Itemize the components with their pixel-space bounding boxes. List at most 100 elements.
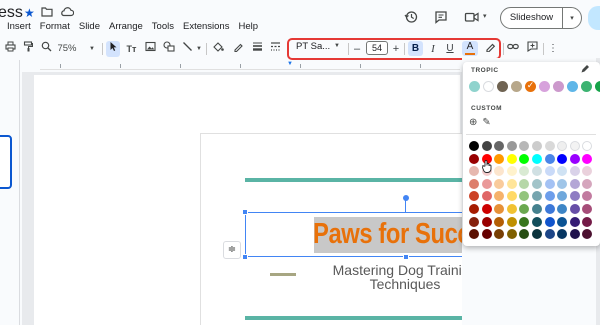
eyedropper-icon[interactable]: ✎	[482, 117, 490, 128]
add-comment-icon[interactable]	[526, 41, 538, 57]
line-caret-icon[interactable]: ▼	[195, 41, 203, 57]
theme-color-swatch[interactable]	[567, 81, 578, 92]
color-swatch[interactable]	[481, 191, 492, 202]
theme-color-swatch[interactable]	[581, 81, 592, 92]
color-swatch[interactable]	[506, 178, 517, 189]
color-swatch[interactable]	[506, 216, 517, 227]
color-swatch[interactable]	[469, 178, 479, 189]
color-swatch[interactable]	[569, 153, 580, 164]
theme-color-swatch[interactable]	[553, 81, 564, 92]
color-swatch[interactable]	[531, 191, 542, 202]
color-swatch[interactable]	[494, 178, 505, 189]
color-swatch[interactable]	[544, 166, 555, 177]
color-swatch[interactable]	[582, 191, 593, 202]
color-swatch[interactable]	[544, 216, 555, 227]
slideshow-button[interactable]: Slideshow ▾	[500, 7, 582, 29]
color-swatch[interactable]	[569, 178, 580, 189]
color-swatch[interactable]	[557, 229, 568, 240]
menu-help[interactable]: Help	[238, 21, 258, 32]
resize-handle-nw[interactable]	[242, 209, 248, 215]
color-swatch[interactable]	[481, 229, 492, 240]
color-swatch[interactable]	[469, 141, 479, 151]
color-swatch[interactable]	[519, 153, 530, 164]
color-swatch[interactable]	[557, 141, 568, 151]
menu-slide[interactable]: Slide	[79, 21, 100, 32]
color-swatch[interactable]	[506, 203, 517, 214]
color-swatch[interactable]	[506, 153, 517, 164]
color-swatch[interactable]	[544, 153, 555, 164]
theme-color-swatch[interactable]	[497, 81, 508, 92]
color-swatch[interactable]	[557, 191, 568, 202]
color-swatch[interactable]	[506, 229, 517, 240]
border-color-icon[interactable]	[232, 41, 244, 57]
document-title[interactable]: ess	[0, 4, 23, 22]
paint-format-icon[interactable]	[22, 41, 34, 57]
line-icon[interactable]	[181, 41, 193, 57]
color-swatch[interactable]	[469, 153, 479, 164]
color-swatch[interactable]	[569, 203, 580, 214]
theme-color-swatch[interactable]	[539, 81, 550, 92]
color-swatch[interactable]	[544, 141, 555, 151]
color-swatch[interactable]	[506, 141, 517, 151]
theme-color-swatch[interactable]	[483, 81, 494, 92]
font-caret-icon[interactable]: ▼	[334, 43, 340, 49]
fill-color-icon[interactable]	[211, 41, 224, 57]
italic-button[interactable]: I	[428, 41, 438, 57]
color-swatch[interactable]	[531, 178, 542, 189]
theme-color-swatch[interactable]: ✓	[525, 80, 536, 92]
slideshow-label[interactable]: Slideshow	[501, 8, 563, 28]
color-swatch[interactable]	[494, 166, 505, 177]
color-swatch[interactable]	[519, 191, 530, 202]
bold-button[interactable]: B	[408, 41, 423, 56]
color-swatch[interactable]	[494, 191, 505, 202]
underline-button[interactable]: U	[445, 41, 455, 57]
color-swatch[interactable]	[469, 216, 479, 227]
font-family-dropdown[interactable]: PT Sa...	[296, 41, 330, 52]
color-swatch[interactable]	[494, 141, 505, 151]
slideshow-options-caret[interactable]: ▾	[563, 14, 581, 22]
color-swatch[interactable]	[506, 191, 517, 202]
share-button[interactable]	[588, 6, 600, 30]
zoom-value[interactable]: 75%	[57, 41, 77, 57]
theme-color-swatch[interactable]	[595, 81, 600, 92]
chevron-down-icon[interactable]: ▾	[483, 12, 487, 20]
color-swatch[interactable]	[531, 203, 542, 214]
link-icon[interactable]	[507, 41, 519, 57]
comment-icon[interactable]	[434, 10, 448, 27]
shape-icon[interactable]	[163, 41, 175, 57]
rotation-handle[interactable]	[403, 195, 409, 201]
menu-tools[interactable]: Tools	[152, 21, 174, 32]
color-swatch[interactable]	[544, 229, 555, 240]
color-swatch[interactable]	[582, 203, 593, 214]
color-swatch[interactable]	[582, 178, 593, 189]
font-size-input[interactable]: 54	[366, 41, 388, 55]
slide-thumbnail-selected[interactable]	[0, 135, 12, 189]
menu-arrange[interactable]: Arrange	[109, 21, 143, 32]
resize-handle-s[interactable]	[403, 254, 409, 260]
menu-insert[interactable]: Insert	[7, 21, 31, 32]
color-swatch[interactable]	[569, 141, 580, 151]
color-swatch[interactable]	[494, 216, 505, 227]
color-swatch[interactable]	[557, 203, 568, 214]
color-swatch[interactable]	[557, 216, 568, 227]
decrease-font-size-button[interactable]: –	[352, 41, 362, 57]
color-swatch[interactable]	[494, 203, 505, 214]
color-swatch[interactable]	[519, 216, 530, 227]
color-swatch[interactable]	[582, 166, 593, 177]
resize-handle-sw[interactable]	[242, 254, 248, 260]
color-swatch[interactable]	[494, 229, 505, 240]
color-swatch[interactable]	[519, 166, 530, 177]
color-swatch[interactable]	[544, 203, 555, 214]
text-color-button[interactable]: A	[462, 41, 478, 56]
zoom-caret-icon[interactable]: ▼	[88, 41, 96, 57]
edit-theme-icon[interactable]	[580, 64, 590, 76]
color-swatch[interactable]	[544, 178, 555, 189]
text-box-icon[interactable]: Tт	[125, 41, 138, 57]
highlight-color-icon[interactable]	[484, 41, 496, 57]
cloud-icon[interactable]	[60, 6, 75, 20]
folder-icon[interactable]	[41, 6, 53, 20]
menu-extensions[interactable]: Extensions	[183, 21, 229, 32]
border-weight-icon[interactable]	[251, 41, 263, 57]
color-swatch[interactable]	[494, 153, 505, 164]
color-swatch[interactable]	[531, 166, 542, 177]
